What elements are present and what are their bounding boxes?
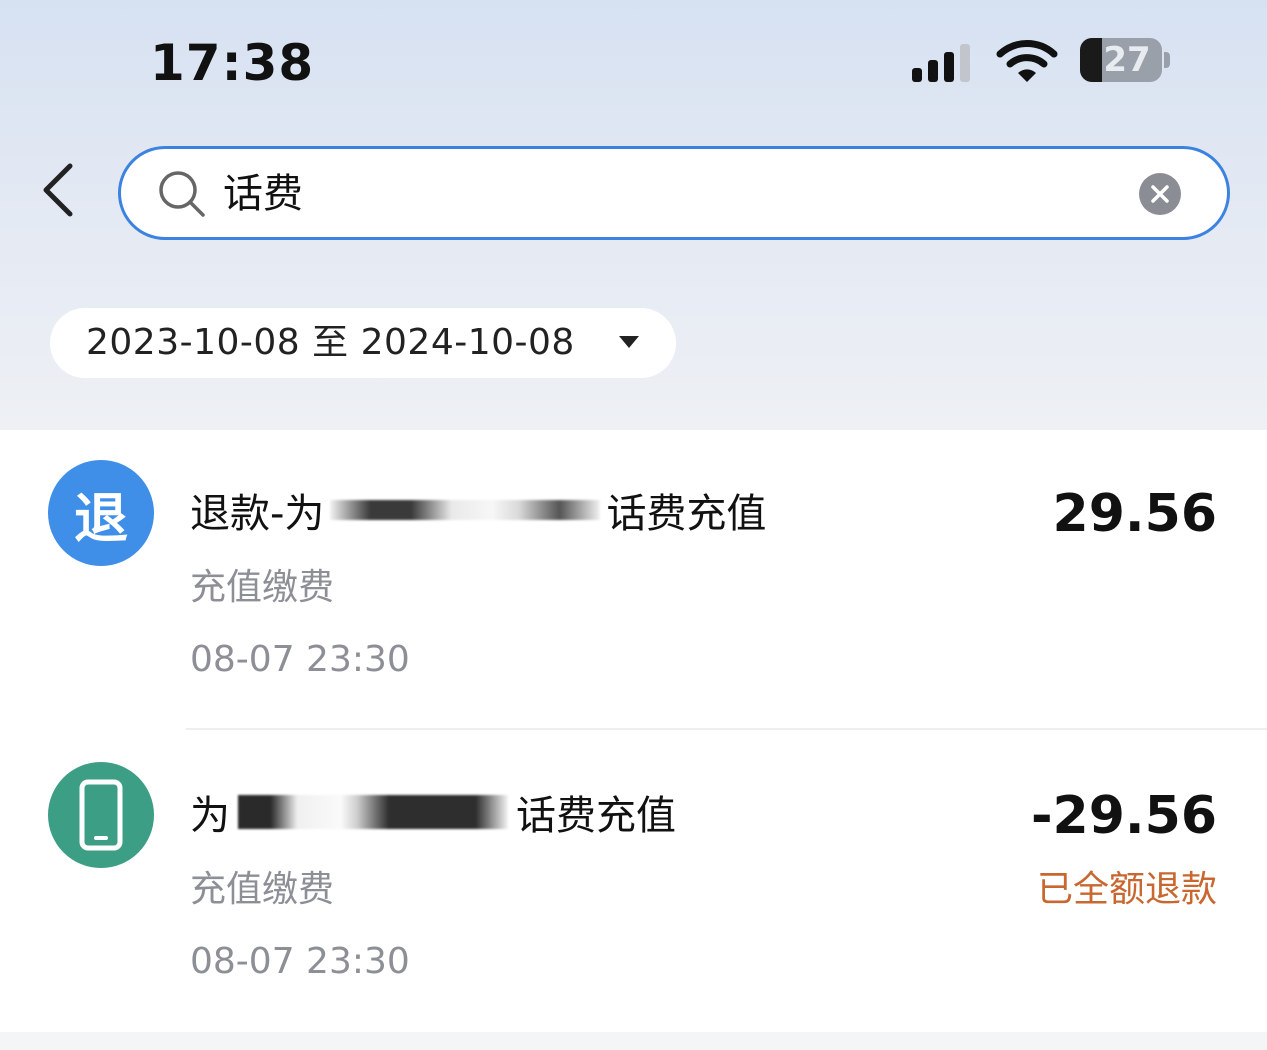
redacted-phone-number — [330, 500, 601, 520]
transaction-list: 退 退款-为 话费充值 充值缴费 08-07 23:30 29.56 为 话费充… — [0, 430, 1267, 1032]
refund-icon: 退 — [48, 460, 154, 566]
search-input[interactable]: 话费 — [118, 146, 1230, 240]
title-prefix: 退款-为 — [190, 491, 325, 537]
battery-nub — [1164, 52, 1170, 68]
title-prefix: 为 — [190, 793, 230, 839]
title-suffix: 话费充值 — [516, 793, 676, 839]
status-time: 17:38 — [150, 34, 315, 92]
signal-icon — [912, 44, 970, 82]
caret-down-icon — [619, 336, 639, 348]
clear-icon[interactable] — [1139, 173, 1181, 215]
transaction-time: 08-07 23:30 — [190, 639, 410, 680]
transaction-category: 充值缴费 — [190, 567, 335, 608]
transaction-amount: -29.56 — [1030, 786, 1217, 846]
date-range-label: 2023-10-08 至 2024-10-08 — [86, 322, 575, 363]
search-query[interactable]: 话费 — [223, 171, 303, 217]
redacted-phone-number — [238, 795, 508, 829]
transaction-title: 退款-为 话费充值 — [190, 482, 766, 538]
transaction-time: 08-07 23:30 — [190, 941, 410, 982]
transaction-item-refund[interactable]: 退 退款-为 话费充值 充值缴费 08-07 23:30 29.56 — [0, 430, 1267, 730]
wifi-icon — [996, 40, 1058, 82]
title-suffix: 话费充值 — [606, 491, 767, 537]
date-range-filter[interactable]: 2023-10-08 至 2024-10-08 — [50, 308, 676, 378]
transaction-category: 充值缴费 — [190, 869, 335, 910]
transaction-item-recharge[interactable]: 为 话费充值 充值缴费 08-07 23:30 -29.56 已全额退款 — [0, 732, 1267, 1032]
battery-level: 27 — [1103, 40, 1151, 80]
chevron-left-icon[interactable] — [36, 160, 84, 220]
battery-icon: 27 — [1080, 38, 1162, 82]
transaction-amount: 29.56 — [1052, 484, 1217, 544]
search-icon — [159, 171, 205, 217]
transaction-title: 为 话费充值 — [190, 784, 676, 840]
refund-status-badge: 已全额退款 — [1036, 869, 1217, 910]
phone-icon — [48, 762, 154, 868]
divider — [186, 728, 1267, 730]
refund-icon-label: 退 — [74, 486, 128, 550]
